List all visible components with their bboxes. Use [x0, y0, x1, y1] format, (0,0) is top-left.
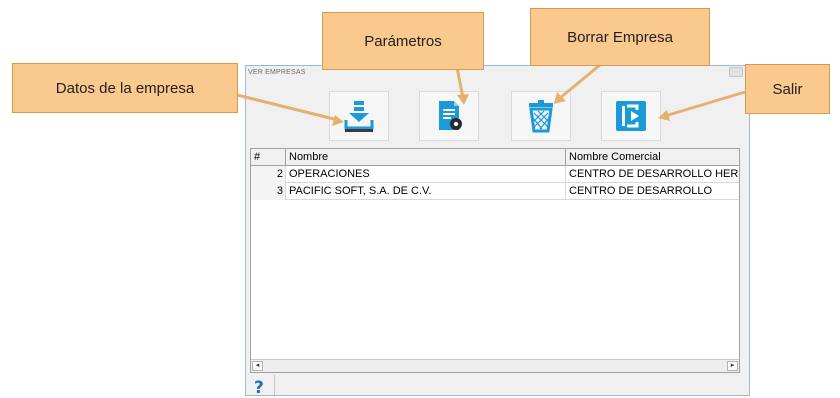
callout-salir: Salir — [745, 64, 830, 114]
callout-salir-label: Salir — [772, 80, 803, 98]
arrowhead-datos — [332, 115, 344, 126]
callout-datos-empresa-label: Datos de la empresa — [55, 79, 195, 97]
arrowhead-parametros — [457, 94, 469, 105]
callout-borrar-empresa: Borrar Empresa — [530, 8, 710, 66]
callout-borrar-empresa-label: Borrar Empresa — [567, 28, 673, 46]
callout-parametros: Parámetros — [322, 12, 484, 70]
callout-parametros-label: Parámetros — [364, 32, 442, 50]
callout-arrow-salir — [664, 90, 746, 118]
callout-arrow-datos — [236, 93, 339, 122]
arrowhead-salir — [658, 110, 670, 121]
callout-datos-empresa: Datos de la empresa — [12, 63, 238, 113]
